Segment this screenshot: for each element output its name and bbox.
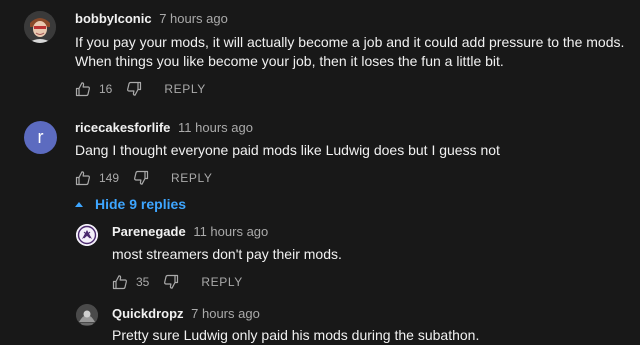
reply-button[interactable]: REPLY <box>171 171 212 185</box>
timestamp[interactable]: 11 hours ago <box>178 120 253 135</box>
avatar-image-icon <box>76 304 98 326</box>
avatar[interactable] <box>76 304 98 326</box>
comment-thread: bobbyIconic 7 hours ago If you pay your … <box>0 0 640 345</box>
thumbs-up-icon[interactable] <box>112 274 128 290</box>
thumbs-down-icon[interactable] <box>163 274 179 290</box>
avatar-image-icon <box>24 11 56 43</box>
like-count: 149 <box>99 171 120 185</box>
like-count: 16 <box>99 82 113 96</box>
comment-text-line: When things you like become your job, th… <box>75 53 504 69</box>
thumbs-up-icon[interactable] <box>75 170 91 186</box>
reply-text: Pretty sure Ludwig only paid his mods du… <box>112 327 480 343</box>
thumbs-up-icon[interactable] <box>75 81 91 97</box>
reply-button[interactable]: REPLY <box>164 82 205 96</box>
reply-header: Quickdropz 7 hours ago <box>112 306 260 322</box>
reply-header: Parenegade 11 hours ago <box>112 224 268 240</box>
comment-text-line: Dang I thought everyone paid mods like L… <box>75 142 500 158</box>
avatar[interactable]: r <box>24 121 57 154</box>
like-count: 35 <box>136 275 150 289</box>
timestamp[interactable]: 7 hours ago <box>191 306 260 321</box>
avatar[interactable] <box>24 11 56 43</box>
author-name[interactable]: bobbyIconic <box>75 11 152 26</box>
reply-button[interactable]: REPLY <box>201 275 242 289</box>
comment-actions: 16 REPLY <box>75 79 206 99</box>
comment-actions: 149 REPLY <box>75 168 213 188</box>
comment-header: bobbyIconic 7 hours ago <box>75 11 228 27</box>
thumbs-down-icon[interactable] <box>126 81 142 97</box>
timestamp[interactable]: 7 hours ago <box>159 11 228 26</box>
comment-text-line: If you pay your mods, it will actually b… <box>75 34 625 50</box>
caret-up-icon <box>75 201 83 207</box>
reply-actions: 35 REPLY <box>112 272 243 292</box>
reply-text: most streamers don't pay their mods. <box>112 246 342 262</box>
avatar-image-icon <box>76 224 98 246</box>
hide-replies-button[interactable]: Hide 9 replies <box>75 196 186 212</box>
thumbs-down-icon[interactable] <box>133 170 149 186</box>
avatar[interactable] <box>76 224 98 246</box>
author-name[interactable]: Quickdropz <box>112 306 184 321</box>
hide-replies-label: Hide 9 replies <box>95 196 187 212</box>
timestamp[interactable]: 11 hours ago <box>193 224 268 239</box>
author-name[interactable]: Parenegade <box>112 224 186 239</box>
avatar-letter: r <box>37 127 44 147</box>
comment-header: ricecakesforlife 11 hours ago <box>75 120 253 136</box>
author-name[interactable]: ricecakesforlife <box>75 120 170 135</box>
